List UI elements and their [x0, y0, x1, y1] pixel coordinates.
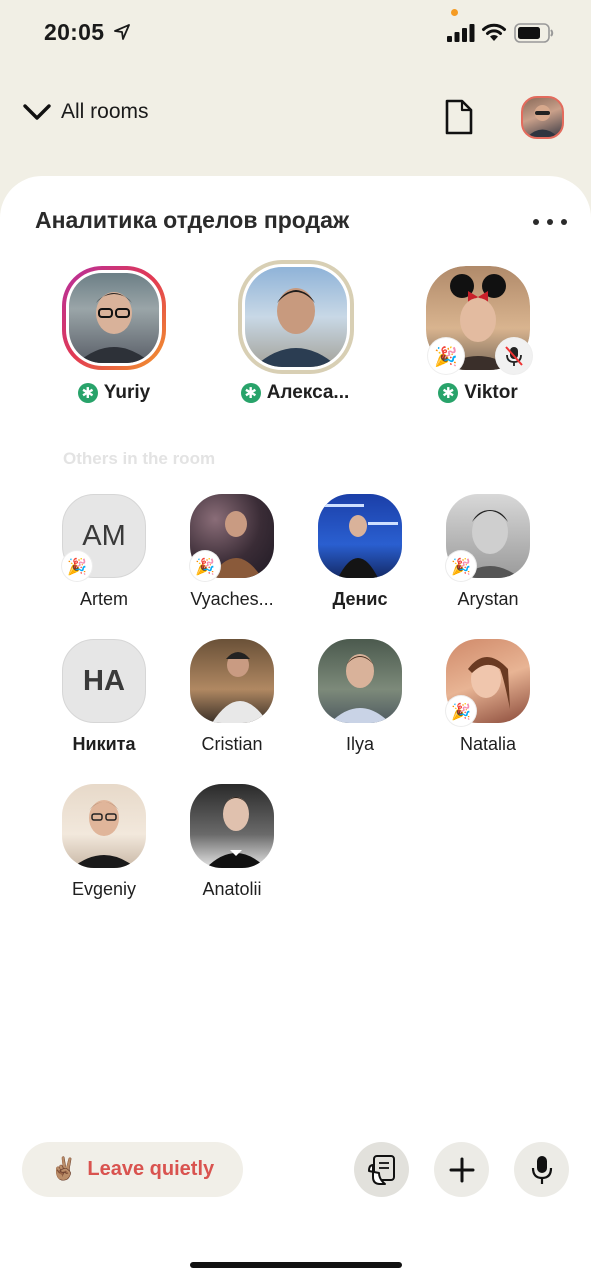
others-in-room-label: Others in the room — [63, 449, 216, 468]
listener-name: Cristian — [201, 734, 263, 754]
person-silhouette — [212, 652, 268, 723]
cellular-signal-icon — [447, 24, 475, 42]
listener-name: Vyaches... — [190, 589, 274, 609]
person-silhouette — [206, 797, 266, 868]
listener-tile[interactable]: Денис — [296, 494, 424, 614]
microphone-button[interactable] — [514, 1142, 569, 1197]
dot-icon — [533, 219, 539, 225]
raise-hand-button[interactable] — [354, 1142, 409, 1197]
listener-photo — [318, 639, 402, 723]
speaker-name-text: Viktor — [464, 382, 518, 403]
wifi-icon — [482, 23, 506, 41]
party-popper-icon: 🎉 — [446, 551, 476, 581]
dot-icon — [547, 219, 553, 225]
person-silhouette — [77, 292, 151, 363]
listener-photo — [190, 639, 274, 723]
privacy-indicator-dot — [451, 9, 458, 16]
listener-tile[interactable]: 🎉 Arystan — [424, 494, 552, 614]
speaker-photo — [245, 267, 347, 367]
speaker-photo — [69, 273, 159, 363]
peace-hand-icon: ✌🏽 — [50, 1157, 78, 1182]
listener-tile[interactable]: Anatolii — [168, 784, 296, 904]
leave-quietly-label: Leave quietly — [87, 1158, 215, 1180]
speaker-tile[interactable]: Yuriy — [24, 266, 204, 416]
listener-name: Artem — [79, 589, 128, 609]
listener-tile[interactable]: Evgeniy — [40, 784, 168, 904]
profile-photo — [527, 105, 558, 137]
person-silhouette — [324, 504, 398, 578]
listener-tile[interactable]: Cristian — [168, 639, 296, 759]
listener-name: Никита — [72, 734, 136, 754]
chevron-down-icon — [23, 104, 51, 120]
speaker-name-text: Алекса... — [266, 382, 350, 403]
listener-tile[interactable]: HA Никита — [40, 639, 168, 759]
home-indicator — [190, 1262, 402, 1268]
initials-avatar: HA — [62, 639, 146, 723]
status-time: 20:05 — [44, 19, 105, 45]
party-popper-icon: 🎉 — [446, 696, 476, 726]
header: All rooms — [0, 88, 591, 148]
plus-icon — [449, 1157, 474, 1182]
all-rooms-button[interactable]: All rooms — [22, 100, 149, 124]
moderator-icon — [77, 383, 98, 403]
person-silhouette — [330, 654, 390, 723]
party-popper-icon: 🎉 — [62, 551, 92, 581]
listener-photo — [62, 784, 146, 868]
raise-hand-icon — [367, 1154, 395, 1185]
listener-name: Natalia — [459, 734, 517, 754]
add-button[interactable] — [434, 1142, 489, 1197]
listener-name: Ilya — [345, 734, 374, 754]
listener-name: Anatolii — [202, 879, 262, 899]
speaker-name: Yuriy — [24, 382, 204, 404]
battery-icon — [514, 23, 554, 43]
listener-name: Arystan — [457, 589, 519, 609]
person-silhouette — [254, 288, 338, 367]
leave-quietly-button[interactable]: ✌🏽 Leave quietly — [22, 1142, 243, 1197]
speaker-tile[interactable]: 🎉 Viktor — [388, 266, 568, 416]
listener-tile[interactable]: 🎉 Natalia — [424, 639, 552, 759]
speaker-name: Viktor — [388, 382, 568, 404]
speaker-avatar — [238, 260, 354, 374]
all-rooms-label: All rooms — [61, 100, 149, 123]
listener-tile[interactable]: AM 🎉 Artem — [40, 494, 168, 614]
microphone-icon — [531, 1155, 552, 1184]
speaker-avatar — [62, 266, 166, 370]
moderator-icon — [240, 383, 261, 403]
listener-tile[interactable]: Ilya — [296, 639, 424, 759]
speaker-name: Алекса... — [205, 382, 385, 404]
listener-photo — [190, 784, 274, 868]
profile-avatar[interactable] — [521, 96, 564, 139]
party-popper-icon: 🎉 — [190, 551, 220, 581]
status-bar: 20:05 — [0, 0, 591, 64]
mic-muted-icon — [496, 338, 532, 374]
location-arrow-icon — [114, 24, 130, 40]
listener-tile[interactable]: 🎉 Vyaches... — [168, 494, 296, 614]
party-popper-icon: 🎉 — [428, 338, 464, 374]
listener-photo — [318, 494, 402, 578]
listener-name: Денис — [332, 589, 388, 609]
room-card: Аналитика отделов продаж ✱ Yuriy ✱ Алекс… — [0, 176, 591, 1280]
speaker-name-text: Yuriy — [103, 382, 151, 403]
more-options-button[interactable] — [533, 212, 567, 232]
person-silhouette — [72, 800, 136, 868]
speaker-tile[interactable]: Алекса... — [205, 260, 385, 416]
listener-name: Evgeniy — [71, 879, 137, 899]
document-icon[interactable] — [444, 98, 474, 136]
room-title: Аналитика отделов продаж — [35, 207, 350, 233]
dot-icon — [561, 219, 567, 225]
moderator-icon — [438, 383, 459, 403]
